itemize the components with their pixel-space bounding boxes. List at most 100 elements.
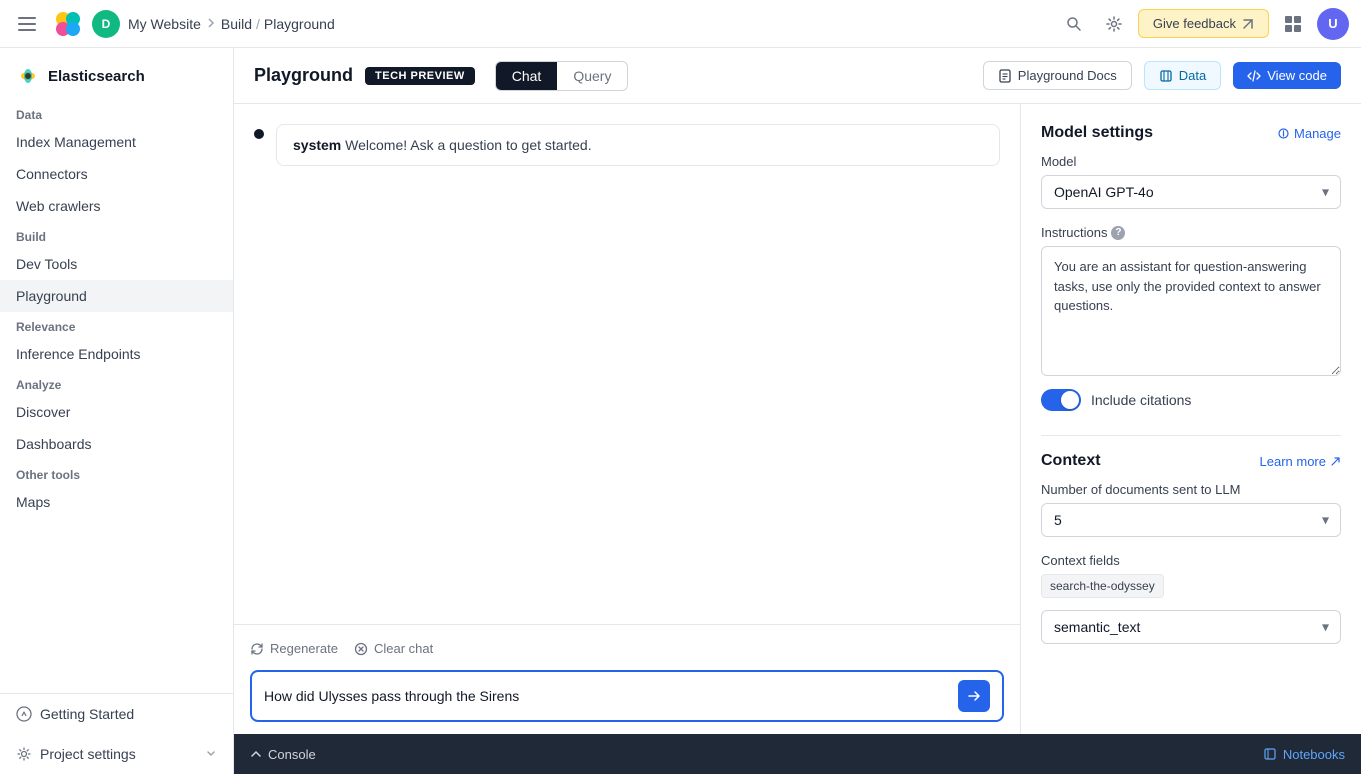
include-citations-label: Include citations xyxy=(1091,392,1191,408)
top-nav: D My Website Build / Playground Give fee… xyxy=(0,0,1361,48)
right-panel: Model settings Manage Model OpenAI GPT-4… xyxy=(1021,104,1361,734)
tab-query[interactable]: Query xyxy=(557,62,627,90)
data-button[interactable]: Data xyxy=(1144,61,1221,90)
playground-docs-button[interactable]: Playground Docs xyxy=(983,61,1132,90)
section-divider xyxy=(1041,435,1341,436)
project-avatar: D xyxy=(92,10,120,38)
chat-area: system Welcome! Ask a question to get st… xyxy=(234,104,1021,734)
learn-more-label: Learn more xyxy=(1260,454,1326,469)
grid-button[interactable] xyxy=(1277,8,1309,40)
model-select-wrapper: OpenAI GPT-4o xyxy=(1041,175,1341,209)
model-settings-section: Model settings Manage Model OpenAI GPT-4… xyxy=(1041,124,1341,411)
view-code-button[interactable]: View code xyxy=(1233,62,1341,89)
sidebar-section-analyze: Analyze xyxy=(0,370,233,396)
breadcrumb-sep-1 xyxy=(205,16,217,32)
chat-input-row xyxy=(250,670,1004,722)
breadcrumb-build: Build xyxy=(221,16,252,32)
notebooks-button[interactable]: Notebooks xyxy=(1263,747,1345,762)
sidebar-item-playground[interactable]: Playground xyxy=(0,280,233,312)
console-toggle[interactable]: Console xyxy=(250,747,316,762)
model-select[interactable]: OpenAI GPT-4o xyxy=(1041,175,1341,209)
instructions-label-text: Instructions xyxy=(1041,225,1107,240)
manage-icon xyxy=(1277,127,1290,140)
sidebar-item-connectors[interactable]: Connectors xyxy=(0,158,233,190)
data-icon xyxy=(1159,69,1173,83)
sidebar-title: Elasticsearch xyxy=(48,68,145,85)
playground-body: system Welcome! Ask a question to get st… xyxy=(234,104,1361,734)
sidebar-section-data: Data xyxy=(0,100,233,126)
send-button[interactable] xyxy=(958,680,990,712)
message-content: Welcome! Ask a question to get started. xyxy=(345,137,591,153)
context-field-type-select[interactable]: semantic_text xyxy=(1041,610,1341,644)
context-section-header: Context Learn more xyxy=(1041,452,1341,470)
playground-docs-label: Playground Docs xyxy=(1018,68,1117,83)
learn-more-link[interactable]: Learn more xyxy=(1260,454,1341,469)
menu-icon xyxy=(18,14,38,34)
sidebar-section-other-tools: Other tools xyxy=(0,460,233,486)
sidebar-item-inference-endpoints[interactable]: Inference Endpoints xyxy=(0,338,233,370)
gear-icon xyxy=(16,746,32,762)
model-settings-title: Model settings xyxy=(1041,124,1153,142)
message-indicator xyxy=(254,129,264,139)
model-field-label: Model xyxy=(1041,154,1341,169)
send-icon xyxy=(967,689,981,703)
regenerate-icon xyxy=(250,642,264,656)
model-settings-header: Model settings Manage xyxy=(1041,124,1341,142)
sidebar-item-dashboards[interactable]: Dashboards xyxy=(0,428,233,460)
elasticsearch-logo xyxy=(16,64,40,88)
user-avatar[interactable]: U xyxy=(1317,8,1349,40)
getting-started-label: Getting Started xyxy=(40,706,134,722)
context-fields-label: Context fields xyxy=(1041,553,1341,568)
code-icon xyxy=(1247,69,1261,83)
external-link-icon xyxy=(1330,456,1341,467)
rocket-icon xyxy=(16,706,32,722)
app-logo xyxy=(52,8,84,40)
tab-chat[interactable]: Chat xyxy=(496,62,558,90)
data-btn-label: Data xyxy=(1179,68,1206,83)
breadcrumb: My Website Build / Playground xyxy=(128,16,335,32)
clear-chat-label: Clear chat xyxy=(374,641,433,656)
content-area: Playground TECH PREVIEW Chat Query Playg… xyxy=(234,48,1361,774)
nav-actions: Give feedback U xyxy=(1058,8,1349,40)
include-citations-toggle[interactable] xyxy=(1041,389,1081,411)
chat-actions: Regenerate Clear chat xyxy=(250,637,1004,660)
sidebar-item-web-crawlers[interactable]: Web crawlers xyxy=(0,190,233,222)
chat-input[interactable] xyxy=(264,688,950,704)
toggle-knob xyxy=(1061,391,1079,409)
feedback-button[interactable]: Give feedback xyxy=(1138,9,1269,38)
manage-link[interactable]: Manage xyxy=(1277,126,1341,141)
sidebar: Elasticsearch Data Index Management Conn… xyxy=(0,48,234,774)
feedback-label: Give feedback xyxy=(1153,16,1236,31)
sidebar-item-index-management[interactable]: Index Management xyxy=(0,126,233,158)
breadcrumb-current: Playground xyxy=(264,16,335,32)
context-field-type-wrapper: semantic_text xyxy=(1041,610,1341,644)
breadcrumb-project[interactable]: My Website xyxy=(128,16,201,32)
sidebar-section-build: Build xyxy=(0,222,233,248)
sidebar-footer-getting-started[interactable]: Getting Started xyxy=(0,694,233,734)
instructions-textarea[interactable]: You are an assistant for question-answer… xyxy=(1041,246,1341,376)
chat-input-area: Regenerate Clear chat xyxy=(234,624,1020,734)
breadcrumb-sep-2: / xyxy=(256,16,260,32)
sidebar-header: Elasticsearch xyxy=(0,48,233,100)
num-docs-select[interactable]: 5 10 15 xyxy=(1041,503,1341,537)
message-role: system xyxy=(293,137,341,153)
menu-button[interactable] xyxy=(12,8,44,40)
regenerate-label: Regenerate xyxy=(270,641,338,656)
notebooks-label: Notebooks xyxy=(1283,747,1345,762)
message-bubble: system Welcome! Ask a question to get st… xyxy=(276,124,1000,166)
clear-chat-button[interactable]: Clear chat xyxy=(354,637,433,660)
num-docs-select-wrapper: 5 10 15 xyxy=(1041,503,1341,537)
sidebar-item-dev-tools[interactable]: Dev Tools xyxy=(0,248,233,280)
settings-button[interactable] xyxy=(1098,8,1130,40)
playground-header: Playground TECH PREVIEW Chat Query Playg… xyxy=(234,48,1361,104)
instructions-field-label: Instructions ? xyxy=(1041,225,1341,240)
project-settings-label: Project settings xyxy=(40,746,136,762)
sidebar-item-discover[interactable]: Discover xyxy=(0,396,233,428)
main-layout: Elasticsearch Data Index Management Conn… xyxy=(0,48,1361,774)
search-button[interactable] xyxy=(1058,8,1090,40)
sidebar-item-maps[interactable]: Maps xyxy=(0,486,233,518)
sidebar-footer-project-settings[interactable]: Project settings xyxy=(0,734,233,774)
sidebar-section-relevance: Relevance xyxy=(0,312,233,338)
tech-preview-badge: TECH PREVIEW xyxy=(365,67,475,85)
regenerate-button[interactable]: Regenerate xyxy=(250,637,338,660)
